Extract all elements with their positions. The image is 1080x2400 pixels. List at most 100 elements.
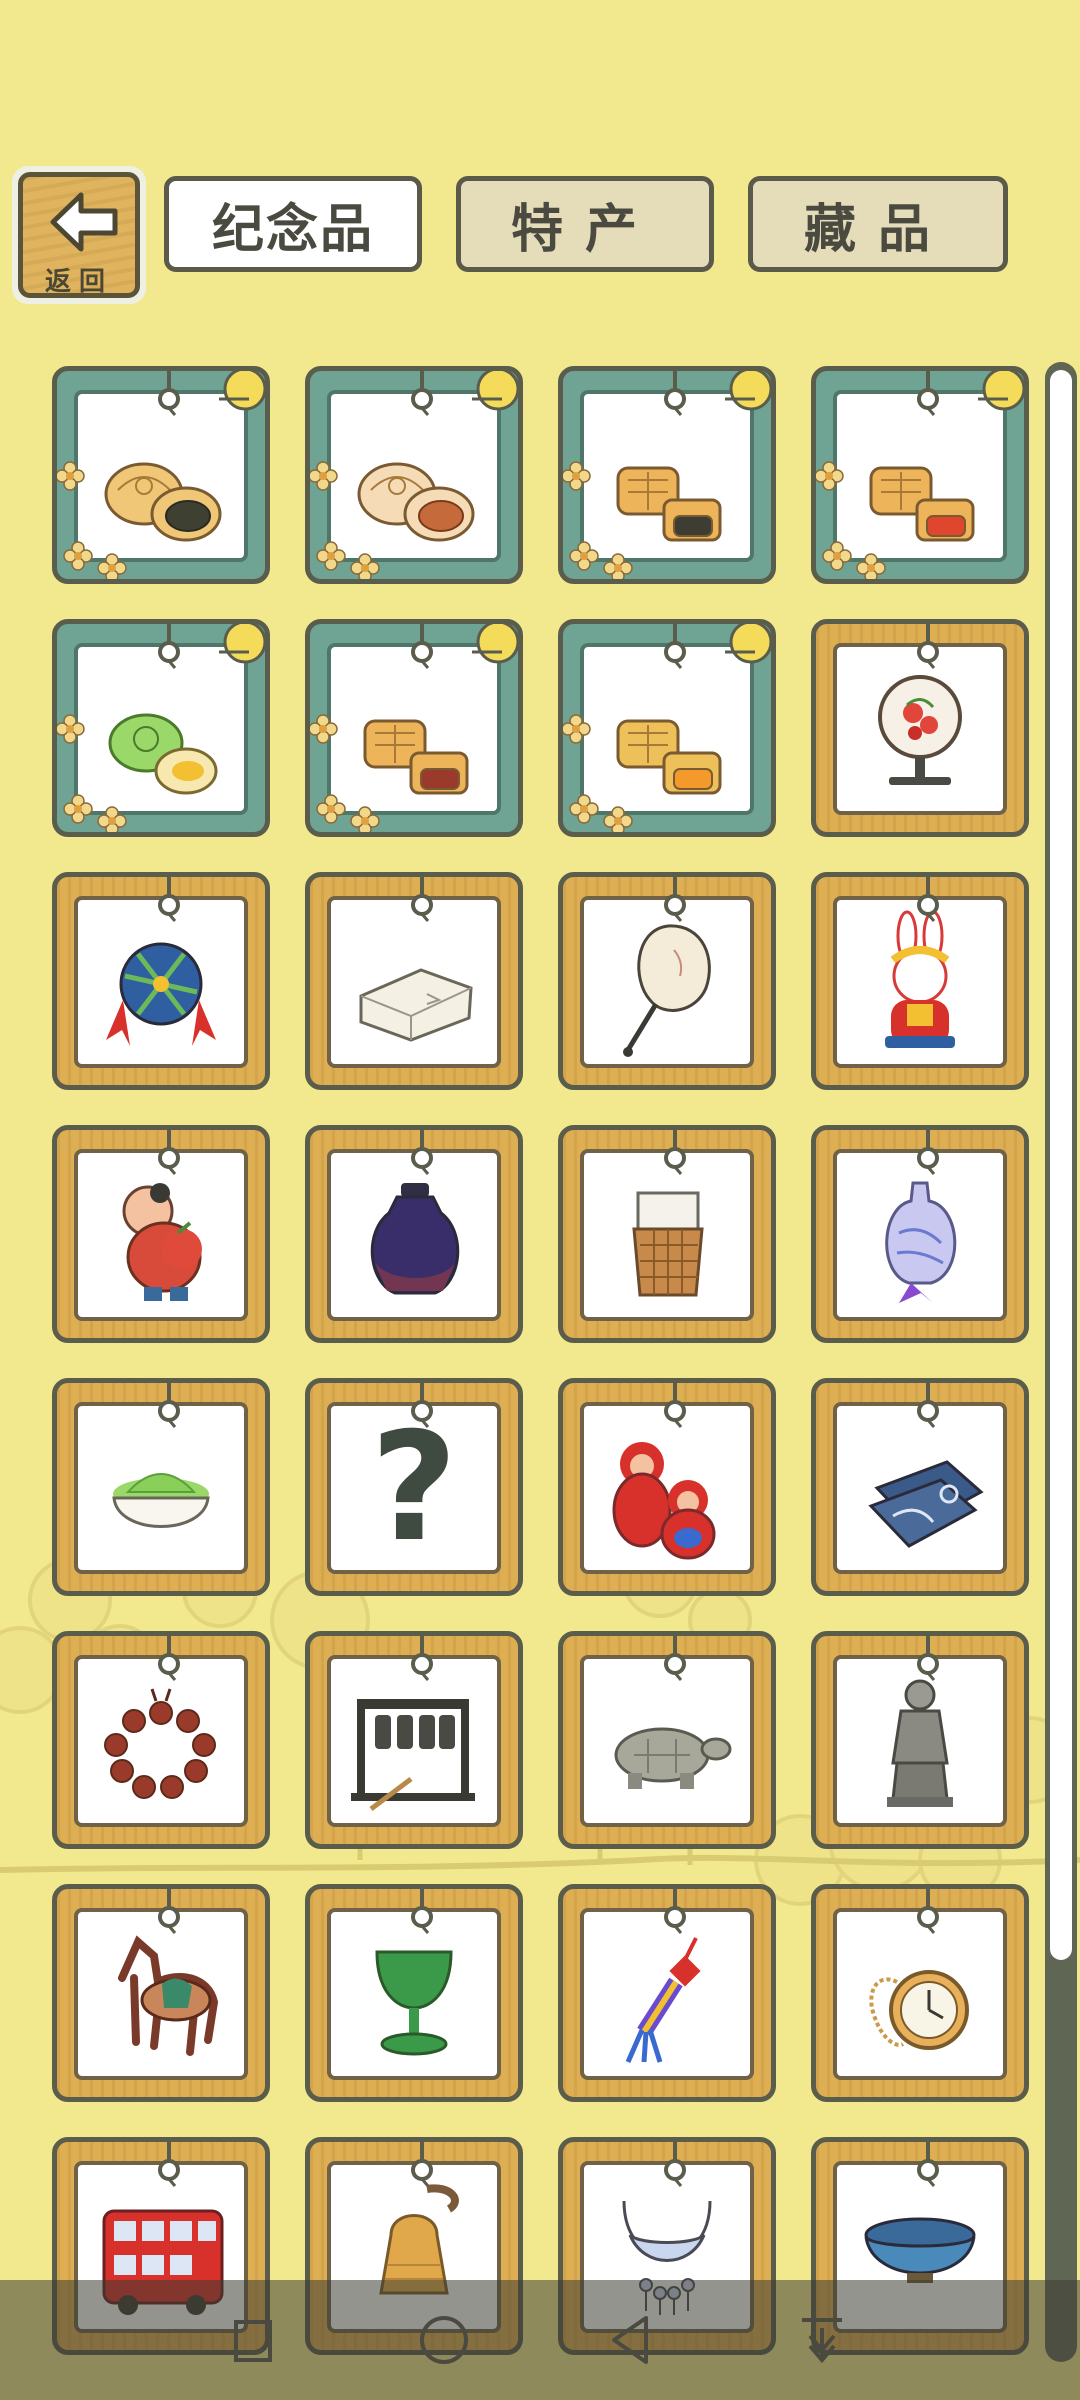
batik-cloth-icon: [868, 1460, 984, 1548]
item-card-lotus-seed-mooncake[interactable]: [52, 366, 270, 584]
notification-pull-icon[interactable]: [792, 2310, 852, 2370]
hook-icon: [411, 1130, 433, 1175]
back-button-frame: 返回: [18, 172, 140, 298]
item-card-unknown-item[interactable]: ?: [305, 1378, 523, 1596]
item-card-yolk-mooncake[interactable]: [811, 366, 1029, 584]
rabbit-figurine-icon: [885, 910, 955, 1048]
flower-icon: [569, 794, 599, 824]
moon-icon: [978, 371, 1024, 411]
flower-icon: [57, 461, 85, 491]
item-card-clay-doll[interactable]: [52, 1125, 270, 1343]
pocket-watch-icon: [869, 1970, 969, 2050]
hook-icon: [664, 1130, 686, 1175]
item-card-silk-pillow[interactable]: [305, 872, 523, 1090]
moon-icon: [219, 371, 265, 411]
five-nut-mooncake-icon: [616, 466, 722, 542]
back-arrow-icon: [50, 192, 118, 252]
item-card-embroidery-screen[interactable]: [811, 619, 1029, 837]
hook-icon: [411, 624, 433, 669]
hook-icon: [411, 1383, 433, 1428]
back-button[interactable]: 返回: [12, 166, 146, 304]
item-card-ceramic-jar[interactable]: [305, 1125, 523, 1343]
flower-icon: [350, 806, 380, 832]
item-card-date-paste-mooncake[interactable]: [305, 619, 523, 837]
hook-icon: [664, 1636, 686, 1681]
back-label: 返回: [44, 267, 113, 297]
hook-icon: [411, 1889, 433, 1934]
flower-icon: [57, 714, 85, 744]
item-card-bamboo-cup[interactable]: [558, 1125, 776, 1343]
flower-icon: [310, 714, 338, 744]
item-card-green-tea-mooncake[interactable]: [52, 619, 270, 837]
item-card-terracotta-warrior[interactable]: [811, 1631, 1029, 1849]
moon-icon: [472, 624, 518, 664]
tassel-knot-icon: [625, 1937, 701, 2064]
green-goblet-icon: [375, 1950, 453, 2056]
terracotta-warrior-icon: [887, 1679, 953, 1807]
hook-icon: [411, 877, 433, 922]
item-card-prayer-beads[interactable]: [52, 1631, 270, 1849]
flower-icon: [63, 794, 93, 824]
date-paste-mooncake-icon: [363, 719, 469, 795]
hook-icon: [664, 1383, 686, 1428]
hook-icon: [158, 1130, 180, 1175]
hook-icon: [158, 624, 180, 669]
hook-icon: [917, 371, 939, 416]
tab-souvenirs[interactable]: 纪念品: [164, 176, 422, 272]
recent-apps-icon[interactable]: [226, 2310, 286, 2370]
hook-icon: [158, 1383, 180, 1428]
item-card-bronze-bells[interactable]: [305, 1631, 523, 1849]
item-card-pocket-watch[interactable]: [811, 1884, 1029, 2102]
yolk-mooncake-icon: [869, 466, 975, 542]
home-icon[interactable]: [414, 2310, 474, 2370]
item-card-green-goblet[interactable]: [305, 1884, 523, 2102]
flower-icon: [569, 541, 599, 571]
item-card-matcha-bowl[interactable]: [52, 1378, 270, 1596]
item-card-embroidered-ball[interactable]: [52, 872, 270, 1090]
item-card-red-bean-mooncake[interactable]: [305, 366, 523, 584]
green-tea-mooncake-icon: [108, 713, 218, 795]
clay-doll-icon: [122, 1183, 202, 1301]
hook-icon: [158, 1889, 180, 1934]
item-card-stone-turtle[interactable]: [558, 1631, 776, 1849]
hook-icon: [158, 1636, 180, 1681]
item-card-batik-cloth[interactable]: [811, 1378, 1029, 1596]
hook-icon: [411, 371, 433, 416]
matcha-bowl-icon: [112, 1473, 210, 1528]
hook-icon: [411, 1636, 433, 1681]
hook-icon: [917, 1130, 939, 1175]
stone-turtle-icon: [614, 1727, 732, 1789]
hook-icon: [917, 624, 939, 669]
item-card-nesting-dolls[interactable]: [558, 1378, 776, 1596]
item-card-porcelain-pouch[interactable]: [811, 1125, 1029, 1343]
item-card-five-nut-mooncake[interactable]: [558, 366, 776, 584]
hook-icon: [158, 877, 180, 922]
hook-icon: [917, 1383, 939, 1428]
tab-specialties[interactable]: 特产: [456, 176, 714, 272]
system-navigation-bar: [0, 2280, 1080, 2400]
flower-icon: [97, 806, 127, 832]
item-card-tassel-knot[interactable]: [558, 1884, 776, 2102]
flower-icon: [63, 541, 93, 571]
orange-mooncake-icon: [616, 719, 722, 795]
scrollbar[interactable]: [1045, 362, 1077, 2362]
flower-icon: [316, 541, 346, 571]
item-card-rabbit-figurine[interactable]: [811, 872, 1029, 1090]
moon-icon: [219, 624, 265, 664]
flower-icon: [856, 553, 886, 579]
ceramic-jar-icon: [370, 1183, 460, 1295]
hook-icon: [158, 371, 180, 416]
round-fan-icon: [623, 924, 711, 1057]
flower-icon: [603, 806, 633, 832]
porcelain-pouch-icon: [885, 1181, 957, 1303]
item-card-orange-mooncake[interactable]: [558, 619, 776, 837]
scrollbar-thumb[interactable]: [1050, 370, 1072, 1960]
item-card-round-fan[interactable]: [558, 872, 776, 1090]
item-card-tang-horse[interactable]: [52, 1884, 270, 2102]
tab-collectibles[interactable]: 藏品: [748, 176, 1008, 272]
hook-icon: [917, 2142, 939, 2187]
moon-icon: [725, 624, 771, 664]
back-nav-icon[interactable]: [602, 2310, 662, 2370]
flower-icon: [563, 461, 591, 491]
flower-icon: [310, 461, 338, 491]
